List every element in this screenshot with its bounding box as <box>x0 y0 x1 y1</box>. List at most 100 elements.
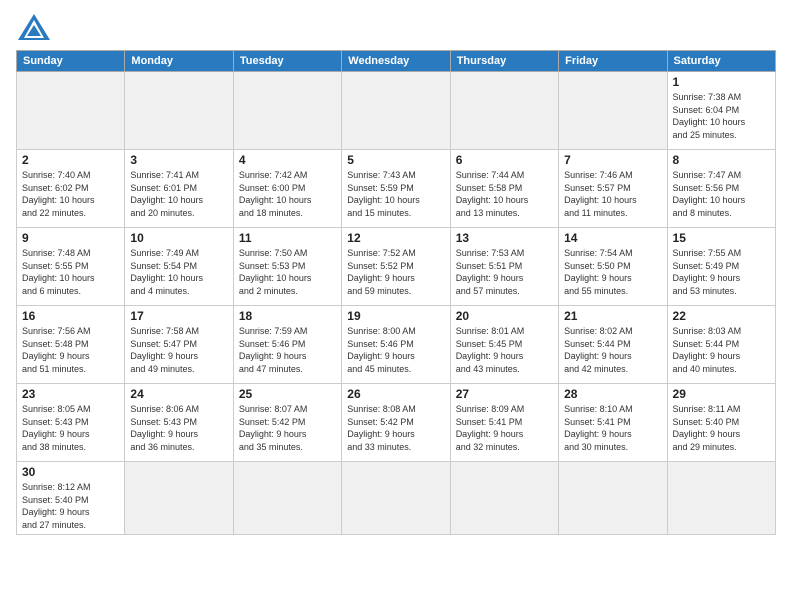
logo-icon <box>16 12 52 42</box>
day-number: 7 <box>564 153 661 167</box>
calendar-table: SundayMondayTuesdayWednesdayThursdayFrid… <box>16 50 776 535</box>
day-info: Sunrise: 7:49 AM Sunset: 5:54 PM Dayligh… <box>130 247 227 297</box>
weekday-header-row: SundayMondayTuesdayWednesdayThursdayFrid… <box>17 51 776 72</box>
day-number: 16 <box>22 309 119 323</box>
calendar-week-row: 1 Sunrise: 7:38 AM Sunset: 6:04 PM Daylig… <box>17 72 776 150</box>
day-info: Sunrise: 8:07 AM Sunset: 5:42 PM Dayligh… <box>239 403 336 453</box>
day-number: 12 <box>347 231 444 245</box>
day-number: 30 <box>22 465 119 479</box>
day-info: Sunrise: 7:44 AM Sunset: 5:58 PM Dayligh… <box>456 169 553 219</box>
day-info: Sunrise: 8:12 AM Sunset: 5:40 PM Dayligh… <box>22 481 119 531</box>
calendar-cell <box>667 462 775 535</box>
day-info: Sunrise: 8:06 AM Sunset: 5:43 PM Dayligh… <box>130 403 227 453</box>
calendar-cell <box>125 462 233 535</box>
calendar-cell: 24 Sunrise: 8:06 AM Sunset: 5:43 PM Dayli… <box>125 384 233 462</box>
day-number: 1 <box>673 75 770 89</box>
calendar-cell: 20Sunrise: 8:01 AM Sunset: 5:45 PM Dayli… <box>450 306 558 384</box>
calendar-cell <box>17 72 125 150</box>
calendar-cell: 17Sunrise: 7:58 AM Sunset: 5:47 PM Dayli… <box>125 306 233 384</box>
calendar-page: SundayMondayTuesdayWednesdayThursdayFrid… <box>0 0 792 612</box>
calendar-cell: 12Sunrise: 7:52 AM Sunset: 5:52 PM Dayli… <box>342 228 450 306</box>
calendar-cell: 18Sunrise: 7:59 AM Sunset: 5:46 PM Dayli… <box>233 306 341 384</box>
calendar-cell: 4 Sunrise: 7:42 AM Sunset: 6:00 PM Daylig… <box>233 150 341 228</box>
calendar-cell: 19 Sunrise: 8:00 AM Sunset: 5:46 PM Dayli… <box>342 306 450 384</box>
calendar-cell: 5Sunrise: 7:43 AM Sunset: 5:59 PM Daylig… <box>342 150 450 228</box>
calendar-cell: 30 Sunrise: 8:12 AM Sunset: 5:40 PM Dayli… <box>17 462 125 535</box>
day-info: Sunrise: 7:53 AM Sunset: 5:51 PM Dayligh… <box>456 247 553 297</box>
calendar-cell <box>342 462 450 535</box>
day-number: 24 <box>130 387 227 401</box>
day-info: Sunrise: 7:38 AM Sunset: 6:04 PM Dayligh… <box>673 91 770 141</box>
day-number: 22 <box>673 309 770 323</box>
day-number: 25 <box>239 387 336 401</box>
day-number: 28 <box>564 387 661 401</box>
calendar-cell: 13Sunrise: 7:53 AM Sunset: 5:51 PM Dayli… <box>450 228 558 306</box>
weekday-header-tuesday: Tuesday <box>233 51 341 72</box>
day-number: 9 <box>22 231 119 245</box>
day-info: Sunrise: 7:42 AM Sunset: 6:00 PM Dayligh… <box>239 169 336 219</box>
day-number: 14 <box>564 231 661 245</box>
day-info: Sunrise: 7:40 AM Sunset: 6:02 PM Dayligh… <box>22 169 119 219</box>
calendar-cell <box>233 462 341 535</box>
day-number: 5 <box>347 153 444 167</box>
calendar-cell: 1 Sunrise: 7:38 AM Sunset: 6:04 PM Daylig… <box>667 72 775 150</box>
day-number: 8 <box>673 153 770 167</box>
calendar-cell: 15Sunrise: 7:55 AM Sunset: 5:49 PM Dayli… <box>667 228 775 306</box>
day-number: 6 <box>456 153 553 167</box>
day-info: Sunrise: 8:00 AM Sunset: 5:46 PM Dayligh… <box>347 325 444 375</box>
calendar-cell: 23 Sunrise: 8:05 AM Sunset: 5:43 PM Dayli… <box>17 384 125 462</box>
day-number: 3 <box>130 153 227 167</box>
day-info: Sunrise: 8:02 AM Sunset: 5:44 PM Dayligh… <box>564 325 661 375</box>
calendar-cell: 6 Sunrise: 7:44 AM Sunset: 5:58 PM Daylig… <box>450 150 558 228</box>
weekday-header-wednesday: Wednesday <box>342 51 450 72</box>
day-info: Sunrise: 8:03 AM Sunset: 5:44 PM Dayligh… <box>673 325 770 375</box>
day-info: Sunrise: 8:11 AM Sunset: 5:40 PM Dayligh… <box>673 403 770 453</box>
day-info: Sunrise: 8:05 AM Sunset: 5:43 PM Dayligh… <box>22 403 119 453</box>
calendar-cell: 25 Sunrise: 8:07 AM Sunset: 5:42 PM Dayli… <box>233 384 341 462</box>
calendar-week-row: 23 Sunrise: 8:05 AM Sunset: 5:43 PM Dayli… <box>17 384 776 462</box>
day-number: 11 <box>239 231 336 245</box>
weekday-header-thursday: Thursday <box>450 51 558 72</box>
calendar-cell <box>559 72 667 150</box>
day-number: 4 <box>239 153 336 167</box>
day-number: 27 <box>456 387 553 401</box>
calendar-cell: 27 Sunrise: 8:09 AM Sunset: 5:41 PM Dayli… <box>450 384 558 462</box>
calendar-cell: 26Sunrise: 8:08 AM Sunset: 5:42 PM Dayli… <box>342 384 450 462</box>
logo <box>16 12 56 42</box>
day-info: Sunrise: 8:09 AM Sunset: 5:41 PM Dayligh… <box>456 403 553 453</box>
day-info: Sunrise: 8:10 AM Sunset: 5:41 PM Dayligh… <box>564 403 661 453</box>
calendar-cell: 3 Sunrise: 7:41 AM Sunset: 6:01 PM Daylig… <box>125 150 233 228</box>
calendar-cell <box>233 72 341 150</box>
calendar-cell: 2Sunrise: 7:40 AM Sunset: 6:02 PM Daylig… <box>17 150 125 228</box>
day-number: 23 <box>22 387 119 401</box>
calendar-cell: 7 Sunrise: 7:46 AM Sunset: 5:57 PM Daylig… <box>559 150 667 228</box>
day-number: 19 <box>347 309 444 323</box>
calendar-cell: 10Sunrise: 7:49 AM Sunset: 5:54 PM Dayli… <box>125 228 233 306</box>
calendar-week-row: 30 Sunrise: 8:12 AM Sunset: 5:40 PM Dayli… <box>17 462 776 535</box>
calendar-cell: 29Sunrise: 8:11 AM Sunset: 5:40 PM Dayli… <box>667 384 775 462</box>
calendar-cell: 9Sunrise: 7:48 AM Sunset: 5:55 PM Daylig… <box>17 228 125 306</box>
day-number: 17 <box>130 309 227 323</box>
day-info: Sunrise: 7:50 AM Sunset: 5:53 PM Dayligh… <box>239 247 336 297</box>
day-info: Sunrise: 7:41 AM Sunset: 6:01 PM Dayligh… <box>130 169 227 219</box>
day-info: Sunrise: 7:46 AM Sunset: 5:57 PM Dayligh… <box>564 169 661 219</box>
calendar-cell <box>450 72 558 150</box>
calendar-cell: 21 Sunrise: 8:02 AM Sunset: 5:44 PM Dayli… <box>559 306 667 384</box>
weekday-header-saturday: Saturday <box>667 51 775 72</box>
calendar-cell: 16Sunrise: 7:56 AM Sunset: 5:48 PM Dayli… <box>17 306 125 384</box>
calendar-cell: 22 Sunrise: 8:03 AM Sunset: 5:44 PM Dayli… <box>667 306 775 384</box>
day-info: Sunrise: 7:59 AM Sunset: 5:46 PM Dayligh… <box>239 325 336 375</box>
calendar-cell: 11 Sunrise: 7:50 AM Sunset: 5:53 PM Dayli… <box>233 228 341 306</box>
day-number: 20 <box>456 309 553 323</box>
day-info: Sunrise: 7:55 AM Sunset: 5:49 PM Dayligh… <box>673 247 770 297</box>
calendar-week-row: 16Sunrise: 7:56 AM Sunset: 5:48 PM Dayli… <box>17 306 776 384</box>
calendar-week-row: 9Sunrise: 7:48 AM Sunset: 5:55 PM Daylig… <box>17 228 776 306</box>
page-header <box>16 12 776 42</box>
day-info: Sunrise: 7:47 AM Sunset: 5:56 PM Dayligh… <box>673 169 770 219</box>
calendar-cell <box>559 462 667 535</box>
calendar-week-row: 2Sunrise: 7:40 AM Sunset: 6:02 PM Daylig… <box>17 150 776 228</box>
calendar-cell <box>342 72 450 150</box>
calendar-cell <box>450 462 558 535</box>
day-number: 21 <box>564 309 661 323</box>
weekday-header-friday: Friday <box>559 51 667 72</box>
